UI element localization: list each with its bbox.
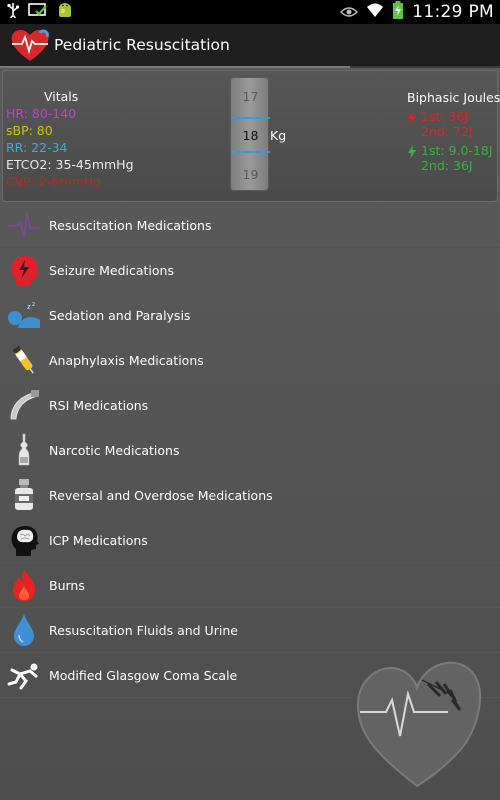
svg-text:z: z (32, 301, 35, 308)
menu-item-label: ICP Medications (49, 532, 148, 548)
menu-item-label: Anaphylaxis Medications (49, 352, 204, 368)
menu-item-resuscitation[interactable]: Resuscitation Medications (0, 203, 500, 248)
vitals-title: Vitals (44, 89, 79, 104)
menu-item-narcotic[interactable]: Narcotic Medications (0, 428, 500, 473)
weight-picker[interactable]: 17 18 19 (230, 77, 270, 191)
medication-menu: Resuscitation Medications Seizure Medica… (0, 203, 500, 698)
menu-item-fluids[interactable]: Resuscitation Fluids and Urine (0, 608, 500, 653)
flame-icon (6, 567, 42, 603)
menu-item-anaphylaxis[interactable]: Anaphylaxis Medications (0, 338, 500, 383)
droplet-icon (6, 612, 42, 648)
joules-title: Biphasic Joules (407, 90, 500, 105)
vial-icon (6, 477, 42, 513)
action-bar: Pediatric Resuscitation (0, 24, 500, 68)
status-bar: 11:29 PM (0, 0, 500, 24)
menu-item-sedation[interactable]: zz Sedation and Paralysis (0, 293, 500, 338)
ampule-icon (6, 432, 42, 468)
clock: 11:29 PM (412, 2, 494, 22)
usb-icon (6, 2, 20, 22)
menu-item-label: Narcotic Medications (49, 442, 180, 458)
vital-cvp: CVP: 2-6mmHg (6, 174, 102, 189)
weight-current[interactable]: 18 (231, 128, 270, 143)
vitals-block: Vitals HR: 80-140 sBP: 80 RR: 22-34 ETCO… (6, 88, 134, 190)
menu-item-label: Seizure Medications (49, 262, 174, 278)
wifi-icon (366, 2, 384, 22)
vital-rr: RR: 22-34 (6, 140, 68, 155)
menu-item-label: Resuscitation Fluids and Urine (49, 622, 238, 638)
joules-block: Biphasic Joules 1st: 36J 2nd: 72J 1st: 9… (407, 90, 500, 173)
battery-charging-icon (392, 1, 404, 23)
weight-next[interactable]: 19 (231, 167, 270, 182)
falling-person-icon (6, 657, 42, 693)
green-bolt-icon (407, 145, 419, 162)
brain-head-icon (6, 522, 42, 558)
app-heart-icon[interactable] (8, 23, 52, 67)
menu-item-seizure[interactable]: Seizure Medications (0, 248, 500, 293)
menu-item-label: Modified Glasgow Coma Scale (49, 667, 238, 683)
menu-item-rsi[interactable]: RSI Medications (0, 383, 500, 428)
app-title: Pediatric Resuscitation (54, 36, 230, 54)
red-bolt-icon (407, 111, 419, 128)
svg-text:z: z (27, 303, 31, 311)
picker-selection-bottom (231, 151, 270, 153)
menu-item-reversal[interactable]: Reversal and Overdose Medications (0, 473, 500, 518)
menu-item-icp[interactable]: ICP Medications (0, 518, 500, 563)
picker-selection-top (231, 117, 270, 119)
decorative-heart-logo (352, 650, 482, 790)
android-debug-icon (56, 1, 74, 23)
menu-item-label: Burns (49, 577, 85, 593)
joules-green-row: 1st: 9.0-18J 2nd: 36J (407, 143, 500, 173)
vital-hr: HR: 80-140 (6, 106, 77, 121)
joules-red-row: 1st: 36J 2nd: 72J (407, 109, 500, 139)
epinephrine-pen-icon (6, 342, 42, 378)
joules-red-first: 1st: 36J (421, 109, 469, 124)
menu-item-label: Sedation and Paralysis (49, 307, 191, 323)
heartbeat-icon (6, 207, 42, 243)
menu-item-burns[interactable]: Burns (0, 563, 500, 608)
joules-green-first: 1st: 9.0-18J (421, 143, 493, 158)
menu-item-label: Resuscitation Medications (49, 217, 212, 233)
joules-green-second: 2nd: 36J (421, 158, 473, 173)
vital-sbp: sBP: 80 (6, 123, 53, 138)
weight-prev[interactable]: 17 (231, 89, 270, 104)
vital-etco2: ETCO2: 35-45mmHg (6, 157, 134, 172)
menu-item-label: RSI Medications (49, 397, 149, 413)
sleeping-person-icon: zz (6, 297, 42, 333)
eye-icon (340, 3, 359, 22)
joules-red-second: 2nd: 72J (421, 124, 473, 139)
screen-check-icon (28, 2, 48, 22)
menu-item-label: Reversal and Overdose Medications (49, 487, 273, 503)
laryngoscope-icon (6, 387, 42, 423)
weight-unit: Kg (270, 128, 287, 143)
head-lightning-icon (6, 252, 42, 288)
